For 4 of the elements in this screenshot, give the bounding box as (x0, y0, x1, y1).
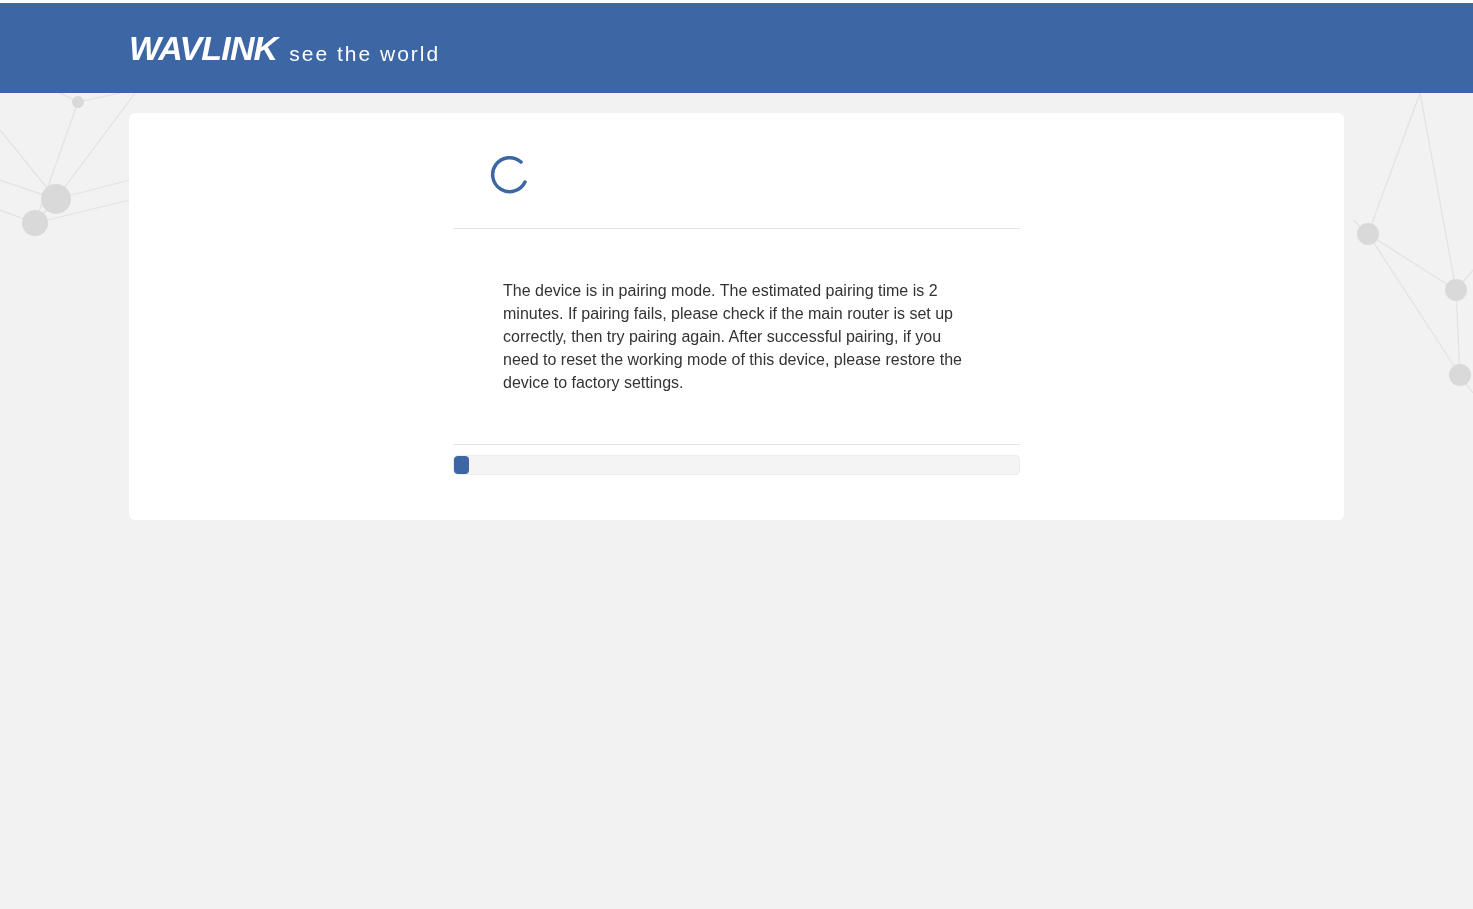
logo: WAVLINK (129, 31, 278, 65)
tagline: see the world (289, 41, 441, 68)
pairing-message: The device is in pairing mode. The estimated pairing time is 2 minutes. If pairing fails, please check if the main router is set up correctly, then try pairing again. After successful pairing, if you need to reset the working mode of this device, please restore the device to factory settings. (503, 281, 963, 393)
loading-spinner-icon (488, 153, 528, 194)
